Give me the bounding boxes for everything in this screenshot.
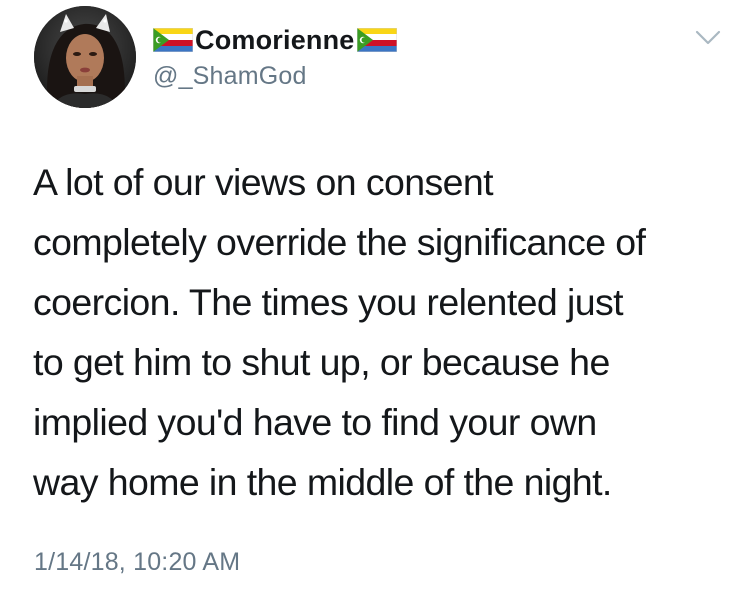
tweet-card: Comorienne @_ShamGod A lot of our views … [0, 0, 750, 605]
tweet-text-line: completely override the significance of [33, 221, 646, 263]
tweet-timestamp[interactable]: 1/14/18, 10:20 AM [34, 548, 240, 577]
chevron-down-icon[interactable] [692, 26, 724, 50]
user-handle[interactable]: @_ShamGod [153, 62, 397, 91]
tweet-text-line: way home in the middle of the night. [33, 461, 612, 503]
tweet-text-line: A lot of our views on consent [33, 161, 494, 203]
avatar[interactable] [34, 6, 136, 108]
flag-comoros-icon [153, 28, 193, 52]
name-row: Comorienne [153, 22, 397, 58]
tweet-text: A lot of our views on consent completely… [33, 152, 733, 512]
tweet-header: Comorienne @_ShamGod [153, 22, 397, 91]
tweet-text-line: to get him to shut up, or because he [33, 341, 610, 383]
display-name[interactable]: Comorienne [195, 25, 355, 56]
tweet-text-line: implied you'd have to find your own [33, 401, 597, 443]
tweet-text-line: coercion. The times you relented just [33, 281, 624, 323]
flag-comoros-icon [356, 28, 397, 52]
profile-photo [34, 6, 136, 108]
